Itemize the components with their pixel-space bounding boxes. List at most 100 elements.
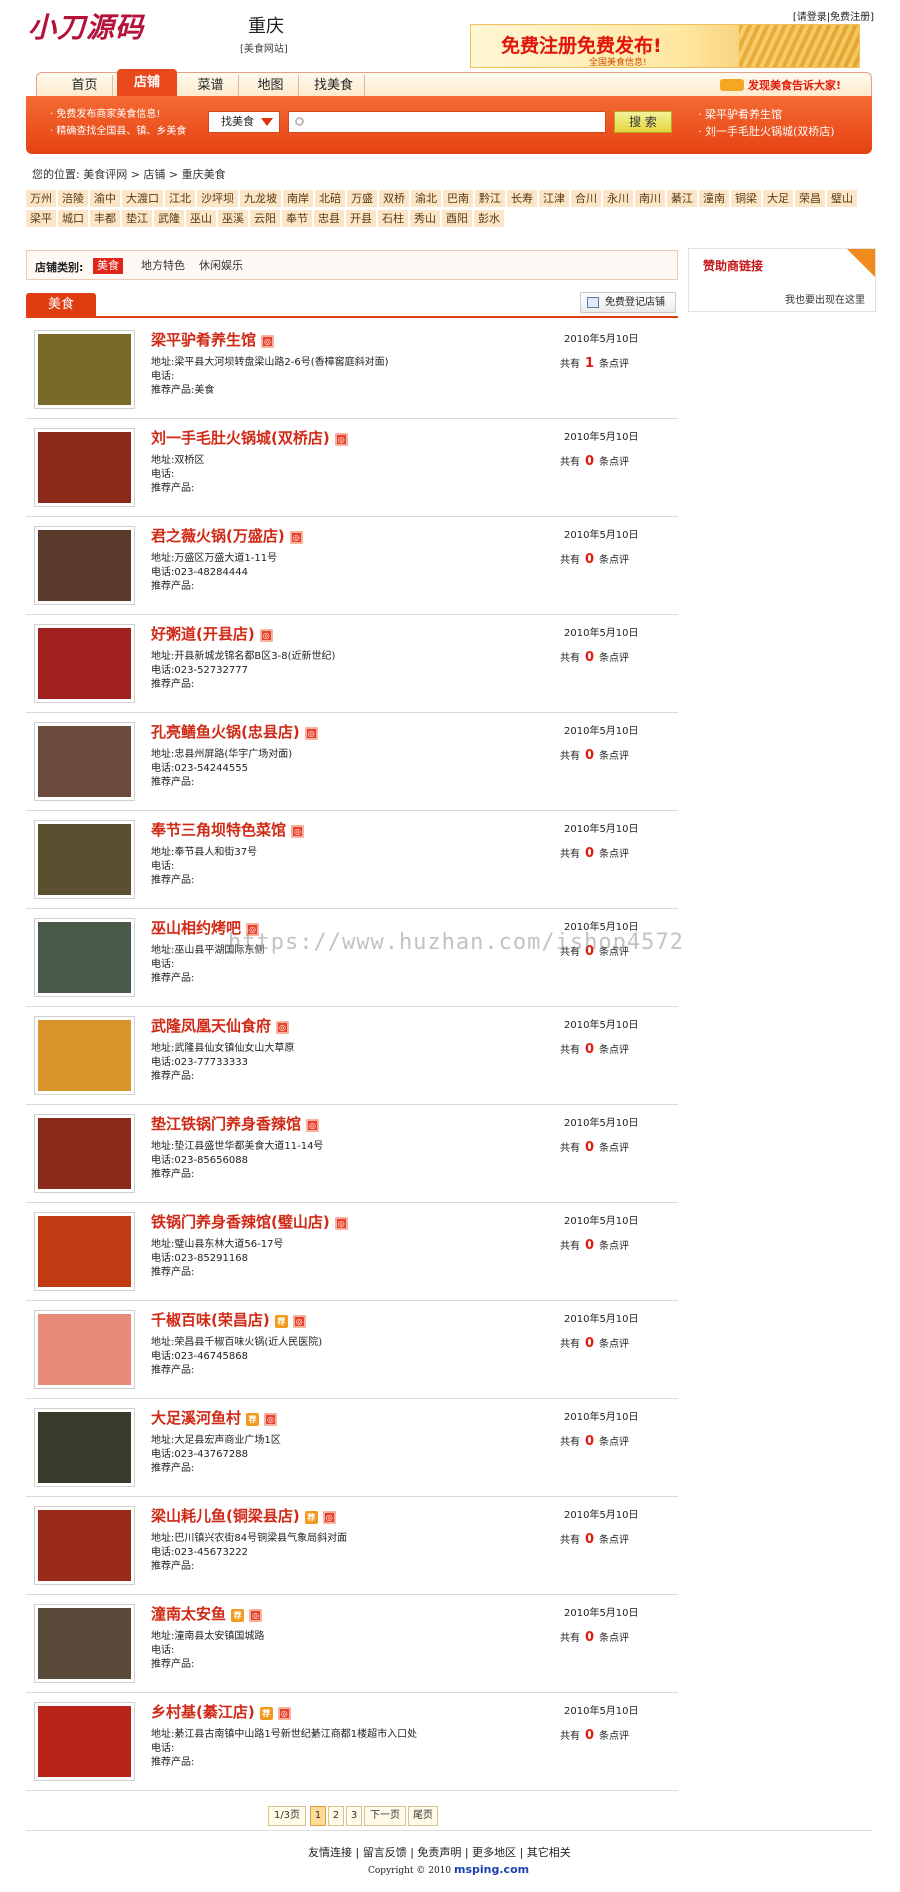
page-2[interactable]: 2 — [328, 1806, 344, 1826]
register-shop-button[interactable]: 免费登记店铺 — [580, 292, 676, 313]
region-link[interactable]: 大渡口 — [122, 190, 163, 207]
breadcrumb[interactable]: 您的位置: 美食评网 > 店铺 > 重庆美食 — [32, 166, 226, 182]
nav-map[interactable]: 地图 — [243, 75, 299, 97]
shop-name-link[interactable]: 孔亮鳝鱼火锅(忠县店) — [151, 723, 300, 741]
review-count[interactable]: 共有 0 条点评 — [560, 1237, 629, 1253]
shop-name-link[interactable]: 梁山耗儿鱼(铜梁县店) — [151, 1507, 300, 1525]
region-link[interactable]: 忠县 — [314, 210, 344, 227]
region-link[interactable]: 酉阳 — [442, 210, 472, 227]
region-link[interactable]: 九龙坡 — [240, 190, 281, 207]
next-page-button[interactable]: 下一页 — [364, 1806, 406, 1826]
shop-thumbnail[interactable] — [34, 526, 135, 605]
review-count[interactable]: 共有 0 条点评 — [560, 453, 629, 469]
sponsor-link[interactable]: 我也要出现在这里 — [785, 291, 865, 306]
region-link[interactable]: 南川 — [635, 190, 665, 207]
region-link[interactable]: 奉节 — [282, 210, 312, 227]
region-link[interactable]: 巫溪 — [218, 210, 248, 227]
shop-thumbnail[interactable] — [34, 1702, 135, 1781]
shop-name-link[interactable]: 奉节三角坝特色菜馆 — [151, 821, 286, 839]
register-banner[interactable]: 免费注册免费发布! 全国美食信息! — [470, 24, 860, 68]
region-link[interactable]: 江北 — [165, 190, 195, 207]
shop-name-link[interactable]: 垫江铁锅门养身香辣馆 — [151, 1115, 301, 1133]
review-count[interactable]: 共有 0 条点评 — [560, 1531, 629, 1547]
region-link[interactable]: 垫江 — [122, 210, 152, 227]
shop-thumbnail[interactable] — [34, 1114, 135, 1193]
review-count[interactable]: 共有 0 条点评 — [560, 1727, 629, 1743]
shop-thumbnail[interactable] — [34, 1408, 135, 1487]
region-link[interactable]: 石柱 — [378, 210, 408, 227]
shop-name-link[interactable]: 铁锅门养身香辣馆(璧山店) — [151, 1213, 330, 1231]
shop-thumbnail[interactable] — [34, 820, 135, 899]
shop-thumbnail[interactable] — [34, 330, 135, 409]
search-input[interactable] — [288, 111, 606, 133]
region-link[interactable]: 潼南 — [699, 190, 729, 207]
featured-link[interactable]: · 刘一手毛肚火锅城(双桥店) — [698, 123, 835, 140]
region-link[interactable]: 北碚 — [315, 190, 345, 207]
shop-name-link[interactable]: 梁平驴肴养生馆 — [151, 331, 256, 349]
review-count[interactable]: 共有 0 条点评 — [560, 1335, 629, 1351]
region-link[interactable]: 云阳 — [250, 210, 280, 227]
region-link[interactable]: 渝北 — [411, 190, 441, 207]
review-count[interactable]: 共有 0 条点评 — [560, 551, 629, 567]
nav-notice[interactable]: 发现美食告诉大家! — [719, 77, 841, 93]
shop-name-link[interactable]: 君之薇火锅(万盛店) — [151, 527, 285, 545]
shop-thumbnail[interactable] — [34, 722, 135, 801]
region-link[interactable]: 黔江 — [475, 190, 505, 207]
category-local-specialty[interactable]: 地方特色 — [137, 258, 189, 274]
shop-name-link[interactable]: 千椒百味(荣昌店) — [151, 1311, 270, 1329]
nav-find-food[interactable]: 找美食 — [303, 75, 365, 97]
shop-thumbnail[interactable] — [34, 1604, 135, 1683]
shop-thumbnail[interactable] — [34, 624, 135, 703]
site-logo[interactable]: 小刀源码 — [28, 6, 178, 44]
region-link[interactable]: 巫山 — [186, 210, 216, 227]
site-domain[interactable]: msping.com — [454, 1863, 529, 1876]
region-link[interactable]: 万盛 — [347, 190, 377, 207]
region-link[interactable]: 荣昌 — [795, 190, 825, 207]
search-button[interactable]: 搜 索 — [614, 111, 672, 133]
login-register-links[interactable]: [请登录|免费注册] — [793, 8, 874, 23]
region-link[interactable]: 沙坪坝 — [197, 190, 238, 207]
region-link[interactable]: 合川 — [571, 190, 601, 207]
region-link[interactable]: 渝中 — [90, 190, 120, 207]
region-link[interactable]: 万州 — [26, 190, 56, 207]
region-link[interactable]: 永川 — [603, 190, 633, 207]
region-link[interactable]: 双桥 — [379, 190, 409, 207]
region-link[interactable]: 江津 — [539, 190, 569, 207]
region-link[interactable]: 城口 — [58, 210, 88, 227]
region-link[interactable]: 丰都 — [90, 210, 120, 227]
region-link[interactable]: 大足 — [763, 190, 793, 207]
review-count[interactable]: 共有 0 条点评 — [560, 1139, 629, 1155]
region-link[interactable]: 南岸 — [283, 190, 313, 207]
shop-thumbnail[interactable] — [34, 428, 135, 507]
footer-links[interactable]: 友情连接 | 留言反馈 | 免责声明 | 更多地区 | 其它相关 — [308, 1844, 571, 1860]
region-link[interactable]: 彭水 — [474, 210, 504, 227]
page-1[interactable]: 1 — [310, 1806, 326, 1826]
shop-name-link[interactable]: 好粥道(开县店) — [151, 625, 255, 643]
region-link[interactable]: 开县 — [346, 210, 376, 227]
shop-thumbnail[interactable] — [34, 1310, 135, 1389]
nav-recipes[interactable]: 菜谱 — [183, 75, 239, 97]
region-link[interactable]: 璧山 — [827, 190, 857, 207]
region-link[interactable]: 铜梁 — [731, 190, 761, 207]
nav-shops[interactable]: 店铺 — [117, 69, 177, 97]
region-link[interactable]: 巴南 — [443, 190, 473, 207]
shop-thumbnail[interactable] — [34, 1016, 135, 1095]
shop-thumbnail[interactable] — [34, 1212, 135, 1291]
review-count[interactable]: 共有 0 条点评 — [560, 845, 629, 861]
shop-name-link[interactable]: 武隆凤凰天仙食府 — [151, 1017, 271, 1035]
review-count[interactable]: 共有 0 条点评 — [560, 747, 629, 763]
shop-thumbnail[interactable] — [34, 1506, 135, 1585]
list-tab-food[interactable]: 美食 — [26, 293, 96, 317]
category-leisure[interactable]: 休闲娱乐 — [195, 258, 247, 274]
featured-link[interactable]: · 梁平驴肴养生馆 — [698, 106, 835, 123]
shop-thumbnail[interactable] — [34, 918, 135, 997]
review-count[interactable]: 共有 0 条点评 — [560, 1041, 629, 1057]
region-link[interactable]: 涪陵 — [58, 190, 88, 207]
search-type-select[interactable]: 找美食 — [208, 111, 280, 133]
region-link[interactable]: 梁平 — [26, 210, 56, 227]
category-food[interactable]: 美食 — [93, 258, 123, 274]
review-count[interactable]: 共有 1 条点评 — [560, 355, 629, 371]
review-count[interactable]: 共有 0 条点评 — [560, 1629, 629, 1645]
region-link[interactable]: 綦江 — [667, 190, 697, 207]
nav-home[interactable]: 首页 — [57, 75, 113, 97]
